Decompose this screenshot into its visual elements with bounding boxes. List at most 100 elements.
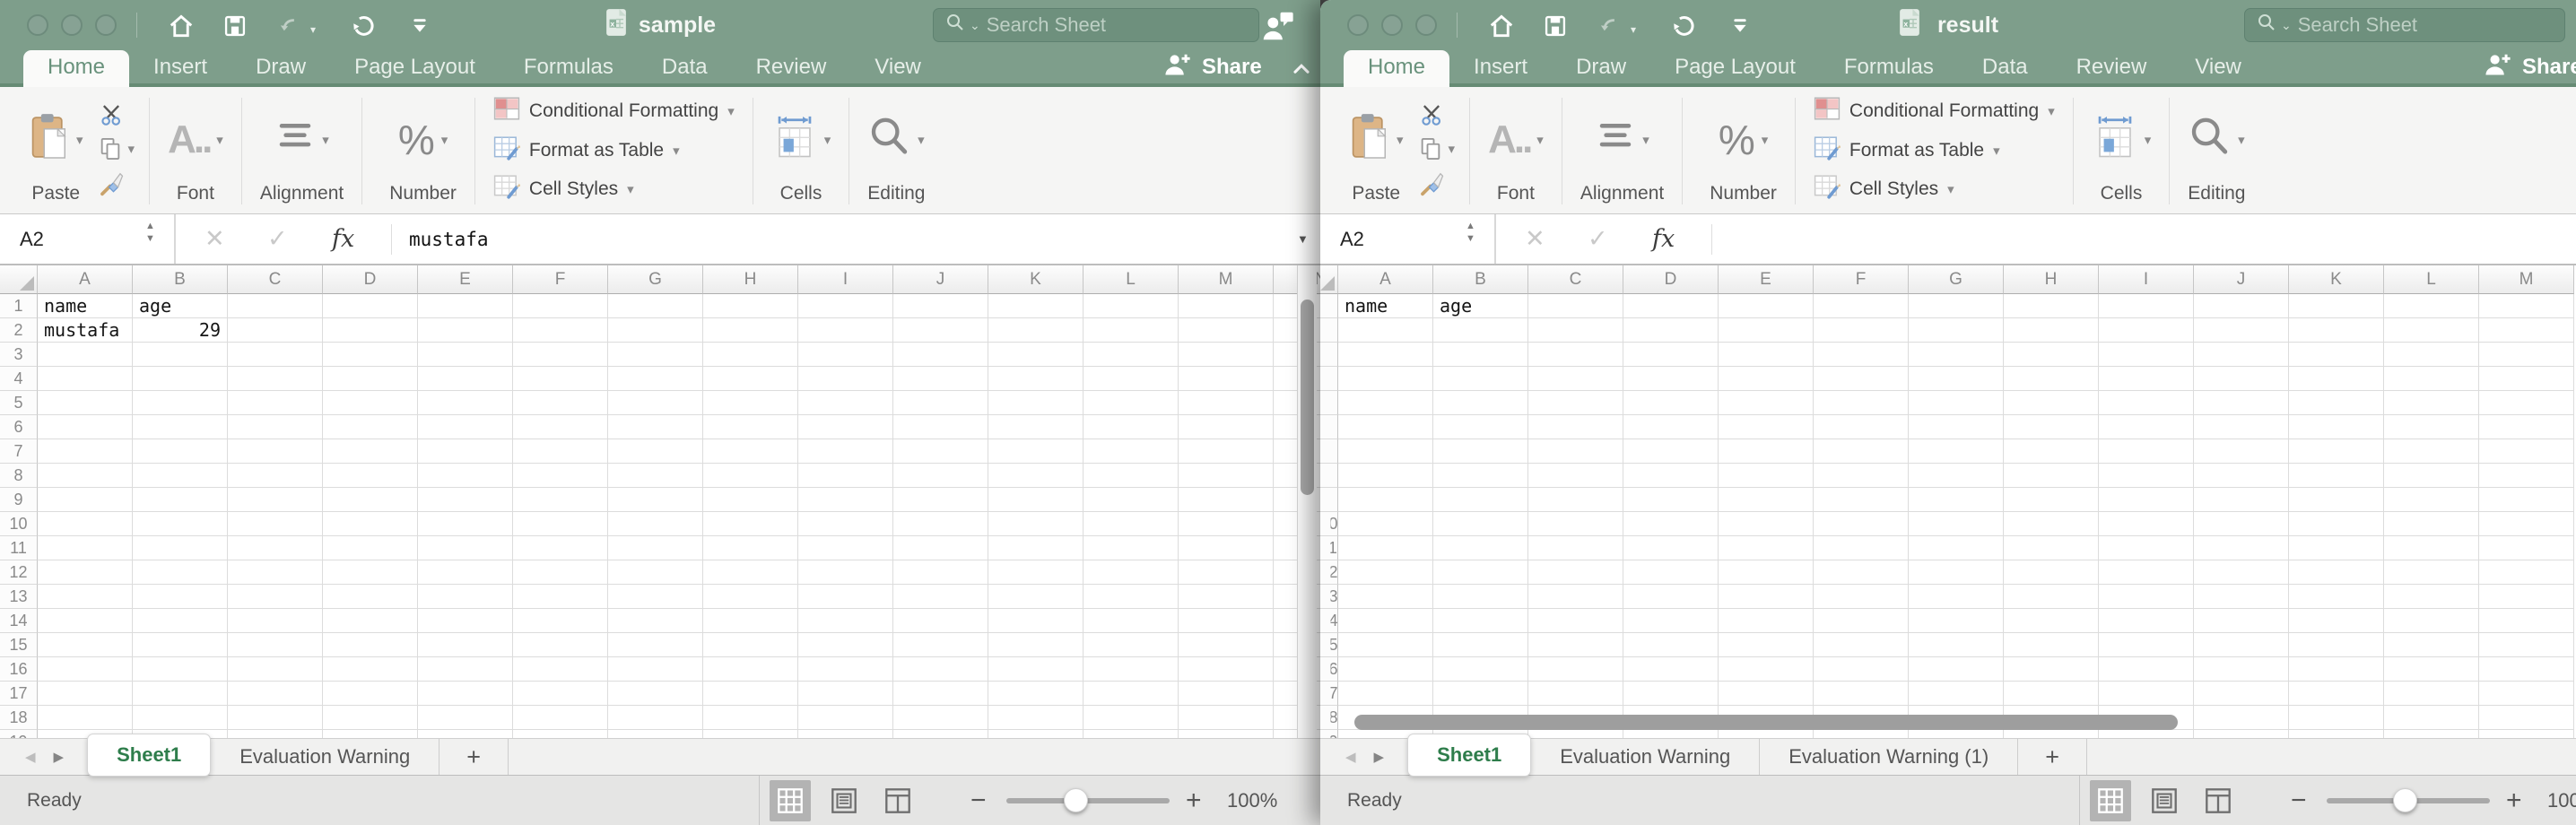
cell-A13[interactable] — [1338, 585, 1433, 609]
cell-D12[interactable] — [1623, 560, 1719, 585]
cell-H7[interactable] — [703, 439, 798, 464]
cell-L10[interactable] — [2384, 512, 2479, 536]
cell-A4[interactable] — [38, 367, 133, 391]
cell-C10[interactable] — [1528, 512, 1623, 536]
cell-F8[interactable] — [513, 464, 608, 488]
zoom-slider-thumb[interactable] — [1064, 788, 1088, 812]
cell-I15[interactable] — [798, 633, 893, 657]
cell-K18[interactable] — [988, 706, 1083, 730]
cell-A8[interactable] — [38, 464, 133, 488]
paste-dropdown-icon[interactable]: ▾ — [1397, 132, 1404, 148]
cell-G19[interactable] — [608, 730, 703, 738]
cell-I16[interactable] — [798, 657, 893, 682]
format-as-table-dropdown-icon[interactable]: ▾ — [673, 143, 680, 159]
cell-H15[interactable] — [2004, 633, 2099, 657]
cell-D17[interactable] — [1623, 682, 1719, 706]
cell-H3[interactable] — [703, 343, 798, 367]
cell-L2[interactable] — [1083, 318, 1179, 343]
cell-C17[interactable] — [228, 682, 323, 706]
cell-E15[interactable] — [418, 633, 513, 657]
cell-L19[interactable] — [2384, 730, 2479, 738]
cell-H1[interactable] — [703, 294, 798, 318]
cell-D1[interactable] — [323, 294, 418, 318]
cell-D18[interactable] — [323, 706, 418, 730]
cell-F14[interactable] — [513, 609, 608, 633]
cell-I6[interactable] — [2099, 415, 2194, 439]
cell-E10[interactable] — [418, 512, 513, 536]
cell-C18[interactable] — [228, 706, 323, 730]
cell-D6[interactable] — [323, 415, 418, 439]
cell-F2[interactable] — [513, 318, 608, 343]
column-header-I[interactable]: I — [798, 265, 893, 294]
cell-H9[interactable] — [703, 488, 798, 512]
font-group-button[interactable]: A..▾ Font — [159, 94, 232, 208]
cell-E6[interactable] — [418, 415, 513, 439]
cell-J2[interactable] — [893, 318, 988, 343]
cell-H6[interactable] — [703, 415, 798, 439]
column-header-F[interactable]: F — [1814, 265, 1909, 294]
cell-F19[interactable] — [513, 730, 608, 738]
cell-A9[interactable] — [38, 488, 133, 512]
cell-L13[interactable] — [2384, 585, 2479, 609]
cell-L18[interactable] — [2384, 706, 2479, 730]
format-as-table-button[interactable]: Format as Table▾ — [493, 135, 735, 166]
cell-C8[interactable] — [228, 464, 323, 488]
cell-K13[interactable] — [2289, 585, 2384, 609]
cell-J17[interactable] — [2194, 682, 2289, 706]
column-header-E[interactable]: E — [1719, 265, 1814, 294]
cell-I12[interactable] — [798, 560, 893, 585]
column-header-D[interactable]: D — [323, 265, 418, 294]
number-dropdown-icon[interactable]: ▾ — [1762, 132, 1769, 148]
zoom-in-button[interactable]: + — [1186, 776, 1202, 825]
cell-E6[interactable] — [1719, 415, 1814, 439]
number-group-button[interactable]: %▾ Number — [380, 94, 466, 208]
cell-H4[interactable] — [703, 367, 798, 391]
cell-F5[interactable] — [513, 391, 608, 415]
cell-B18[interactable] — [133, 706, 228, 730]
cell-L14[interactable] — [2384, 609, 2479, 633]
zoom-slider-thumb[interactable] — [2393, 788, 2417, 812]
cell-K7[interactable] — [988, 439, 1083, 464]
cell-H19[interactable] — [703, 730, 798, 738]
cell-D9[interactable] — [1623, 488, 1719, 512]
alignment-dropdown-icon[interactable]: ▾ — [1642, 132, 1649, 148]
cell-B13[interactable] — [1433, 585, 1528, 609]
cell-M10[interactable] — [1179, 512, 1274, 536]
copy-button[interactable]: ▾ — [1418, 132, 1456, 166]
cell-M6[interactable] — [1179, 415, 1274, 439]
cell-A14[interactable] — [38, 609, 133, 633]
cell-J19[interactable] — [893, 730, 988, 738]
cell-I13[interactable] — [2099, 585, 2194, 609]
ribbon-tab-insert[interactable]: Insert — [129, 50, 231, 83]
zoom-in-button[interactable]: + — [2506, 776, 2522, 825]
cell-C4[interactable] — [228, 367, 323, 391]
cell-M8[interactable] — [1179, 464, 1274, 488]
cell-F12[interactable] — [1814, 560, 1909, 585]
cell-F15[interactable] — [1814, 633, 1909, 657]
cell-K3[interactable] — [988, 343, 1083, 367]
cell-A10[interactable] — [38, 512, 133, 536]
name-box-stepper[interactable]: ▲▼ — [145, 222, 155, 243]
sheet-nav-back-icon[interactable]: ◀ — [1345, 749, 1356, 765]
row-header-12[interactable]: 12 — [0, 560, 38, 585]
ribbon-tab-page-layout[interactable]: Page Layout — [330, 50, 500, 83]
cell-K19[interactable] — [988, 730, 1083, 738]
cell-K12[interactable] — [2289, 560, 2384, 585]
cell-B8[interactable] — [133, 464, 228, 488]
cell-E13[interactable] — [1719, 585, 1814, 609]
cell-G9[interactable] — [608, 488, 703, 512]
cell-F1[interactable] — [1814, 294, 1909, 318]
cell-H11[interactable] — [703, 536, 798, 560]
ribbon-tab-insert[interactable]: Insert — [1449, 50, 1552, 83]
cell-D10[interactable] — [1623, 512, 1719, 536]
cell-J10[interactable] — [893, 512, 988, 536]
cell-H8[interactable] — [2004, 464, 2099, 488]
copy-button[interactable]: ▾ — [98, 132, 135, 166]
cell-E13[interactable] — [418, 585, 513, 609]
cell-L16[interactable] — [2384, 657, 2479, 682]
cell-H12[interactable] — [2004, 560, 2099, 585]
cell-B2[interactable] — [1433, 318, 1528, 343]
ribbon-tab-view[interactable]: View — [2171, 50, 2266, 83]
format-as-table-button[interactable]: Format as Table▾ — [1814, 135, 2055, 166]
cell-B16[interactable] — [1433, 657, 1528, 682]
